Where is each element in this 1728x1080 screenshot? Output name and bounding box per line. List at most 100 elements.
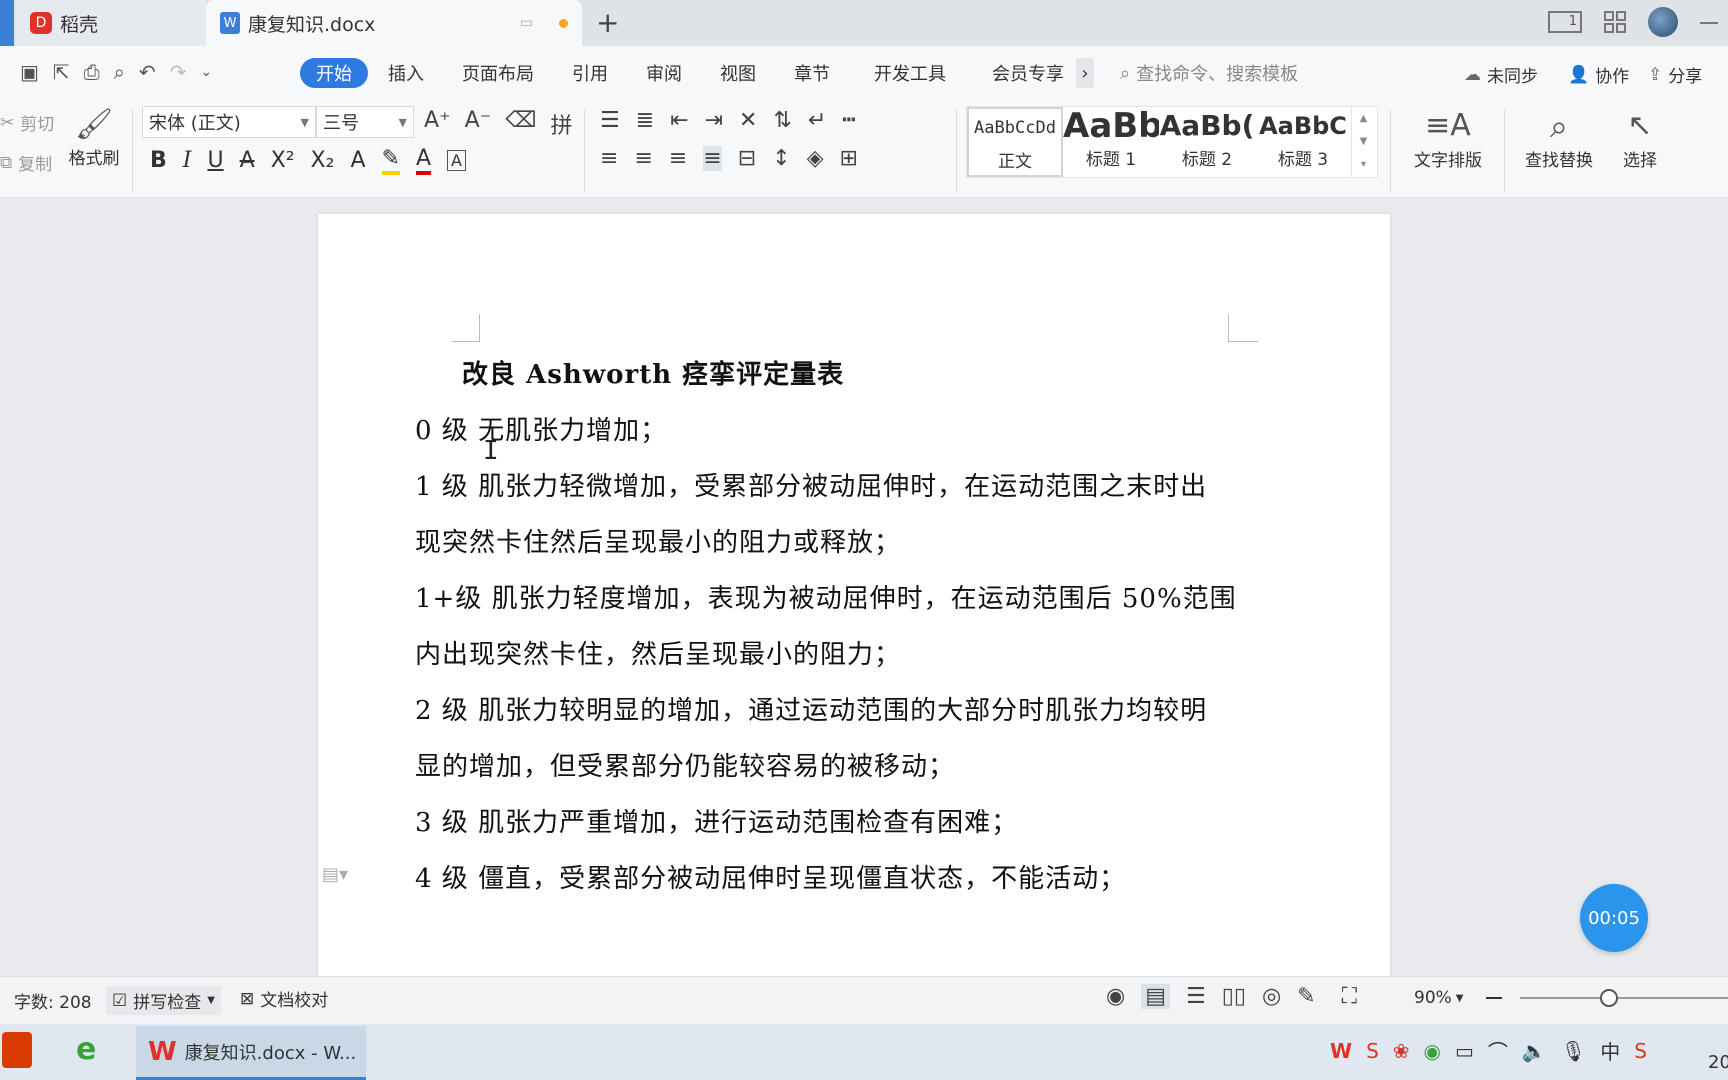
reading-view-icon[interactable]: ▯▯ (1222, 984, 1246, 1009)
menu-view[interactable]: 视图 (720, 58, 756, 88)
align-left-icon[interactable]: ≡ (600, 146, 618, 171)
word-count[interactable]: 字数: 208 (14, 988, 92, 1013)
numbered-list-icon[interactable]: ≣ (636, 108, 654, 133)
wps-tray-icon[interactable]: W (1330, 1039, 1352, 1063)
new-tab-button[interactable]: + (596, 6, 619, 39)
undo-icon[interactable]: ↶ (139, 60, 156, 84)
doc-proof-button[interactable]: ⊠ 文档校对 (240, 986, 328, 1012)
text-direction-icon[interactable]: ✕ (739, 108, 757, 133)
font-name-select[interactable]: 宋体 (正文) ▼ (142, 106, 316, 138)
bold-icon[interactable]: B (150, 148, 167, 173)
format-painter-button[interactable]: 🖌 格式刷 (66, 106, 122, 169)
zoom-slider[interactable] (1520, 997, 1728, 999)
grow-font-icon[interactable]: A⁺ (424, 108, 451, 140)
line-spacing-icon[interactable]: ↕ (772, 146, 790, 171)
ruler-icon[interactable]: ┅ (842, 108, 855, 133)
paragraph-tool-icon[interactable]: ▤▾ (322, 864, 348, 885)
find-replace-button[interactable]: ⌕ 查找替换 (1514, 106, 1604, 171)
share-button[interactable]: ⇪ 分享 (1648, 62, 1702, 88)
shading-icon[interactable]: ◈ (807, 146, 824, 171)
grid-apps-icon[interactable] (1604, 11, 1626, 33)
sort-icon[interactable]: ⇅ (773, 108, 791, 133)
redo-icon[interactable]: ↷ (170, 60, 187, 84)
document-line[interactable]: 0 级 无肌张力增加； (415, 410, 667, 447)
underline-icon[interactable]: U (207, 148, 223, 173)
tab-document[interactable]: W 康复知识.docx ▭ (206, 0, 582, 46)
text-effect-icon[interactable]: A (350, 148, 365, 173)
print-preview-icon[interactable]: ⌕ (114, 60, 125, 84)
fit-page-icon[interactable]: ⛶ (1342, 984, 1357, 1009)
clear-format-icon[interactable]: ⌫ (505, 108, 536, 140)
align-right-icon[interactable]: ≡ (669, 146, 687, 171)
increase-indent-icon[interactable]: ⇥ (705, 108, 723, 133)
distribute-icon[interactable]: ⊟ (738, 146, 756, 171)
italic-icon[interactable]: I (183, 148, 192, 173)
style-heading2[interactable]: AaBb( 标题 2 (1159, 107, 1255, 177)
ime-indicator[interactable]: 中 (1600, 1036, 1620, 1065)
text-layout-button[interactable]: ≡A 文字排版 (1400, 106, 1496, 171)
font-color-icon[interactable]: A (415, 146, 431, 175)
style-heading1[interactable]: AaBb 标题 1 (1063, 107, 1159, 177)
phonetic-icon[interactable]: 拼 (550, 108, 572, 140)
copy-button[interactable]: ⧉ 复制 (0, 150, 52, 176)
monitor-icon[interactable]: ▭ (520, 15, 533, 31)
page-view-icon[interactable]: ▤ (1141, 984, 1170, 1009)
wps-cloud-tray-icon[interactable]: S (1634, 1039, 1647, 1063)
char-border-icon[interactable]: A (447, 150, 466, 171)
document-line[interactable]: 3 级 肌张力严重增加，进行运动范围检查有困难； (415, 802, 1018, 839)
menu-member[interactable]: 会员专享 (992, 58, 1064, 88)
document-line[interactable]: 内出现突然卡住，然后呈现最小的阻力； (415, 634, 901, 671)
borders-icon[interactable]: ⊞ (840, 146, 858, 171)
security-tray-icon[interactable]: ◉ (1424, 1039, 1441, 1063)
web-view-icon[interactable]: ◎ (1262, 984, 1281, 1009)
document-title[interactable]: 改良 Ashworth 痉挛评定量表 (462, 354, 844, 391)
align-center-icon[interactable]: ≡ (634, 146, 652, 171)
clock-partial[interactable]: 20 (1708, 1052, 1728, 1073)
cut-button[interactable]: ✂ 剪切 (0, 110, 54, 136)
select-button[interactable]: ↖ 选择 (1610, 106, 1670, 171)
document-line[interactable]: 1 级 肌张力轻微增加，受累部分被动屈伸时，在运动范围之末时出 (415, 466, 1207, 503)
superscript-icon[interactable]: X² (271, 148, 295, 173)
decrease-indent-icon[interactable]: ⇤ (670, 108, 688, 133)
zoom-slider-thumb[interactable] (1600, 989, 1618, 1007)
document-line[interactable]: 显的增加，但受累部分仍能较容易的被移动； (415, 746, 955, 783)
menu-developer[interactable]: 开发工具 (874, 58, 946, 88)
minimize-icon[interactable] (1700, 22, 1718, 24)
document-line[interactable]: 4 级 僵直，受累部分被动屈伸时呈现僵直状态，不能活动； (415, 858, 1126, 895)
eye-protect-icon[interactable]: ◉ (1106, 984, 1125, 1009)
line-break-icon[interactable]: ↵ (808, 108, 826, 133)
menu-chapter[interactable]: 章节 (794, 58, 830, 88)
tab-daoke[interactable]: D 稻壳 (16, 0, 206, 46)
search-input[interactable]: 查找命令、搜索模板 (1136, 60, 1298, 86)
shrink-font-icon[interactable]: A⁻ (465, 108, 492, 140)
style-normal[interactable]: AaBbCcDd 正文 (967, 107, 1063, 177)
style-heading3[interactable]: AaBbC 标题 3 (1255, 107, 1351, 177)
menu-page-layout[interactable]: 页面布局 (462, 58, 534, 88)
customize-icon[interactable]: ⌄ (200, 64, 212, 84)
office-icon[interactable] (2, 1032, 32, 1068)
save-icon[interactable]: ▣ (20, 60, 39, 84)
microphone-icon[interactable]: 🎙 (1561, 1039, 1586, 1063)
document-line[interactable]: 1+级 肌张力轻度增加，表现为被动屈伸时，在运动范围后 50%范围 (415, 578, 1237, 615)
font-size-select[interactable]: 三号 ▼ (316, 106, 414, 138)
export-icon[interactable]: ⇱ (53, 60, 70, 84)
print-icon[interactable]: ⎙ (84, 60, 100, 84)
wps-s-icon[interactable]: S (1366, 1039, 1379, 1063)
page-layout-icon[interactable]: 1 (1548, 11, 1582, 33)
battery-icon[interactable]: ▭ (1455, 1039, 1474, 1063)
wifi-icon[interactable]: ⌒ (1488, 1036, 1508, 1065)
document-line[interactable]: 现突然卡住然后呈现最小的阻力或释放； (415, 522, 901, 559)
menu-home[interactable]: 开始 (300, 58, 368, 88)
zoom-out-button[interactable] (1486, 997, 1502, 999)
write-view-icon[interactable]: ✎ (1297, 984, 1315, 1009)
justify-icon[interactable]: ≡ (703, 146, 722, 171)
collab-button[interactable]: 👤 协作 (1568, 62, 1629, 88)
bullet-list-icon[interactable]: ☰ (600, 108, 620, 133)
spell-check-button[interactable]: ☑ 拼写检查 ▼ (106, 986, 221, 1015)
document-line[interactable]: 2 级 肌张力较明显的增加，通过运动范围的大部分时肌张力均较明 (415, 690, 1207, 727)
subscript-icon[interactable]: X₂ (311, 148, 335, 173)
command-search[interactable]: ⌕ 查找命令、搜索模板 (1120, 60, 1298, 86)
style-scroll[interactable]: ▲ ▼ ▾ (1351, 107, 1375, 177)
volume-icon[interactable]: 🔈 (1522, 1039, 1547, 1063)
app-tray-icon[interactable]: ❀ (1393, 1039, 1410, 1063)
